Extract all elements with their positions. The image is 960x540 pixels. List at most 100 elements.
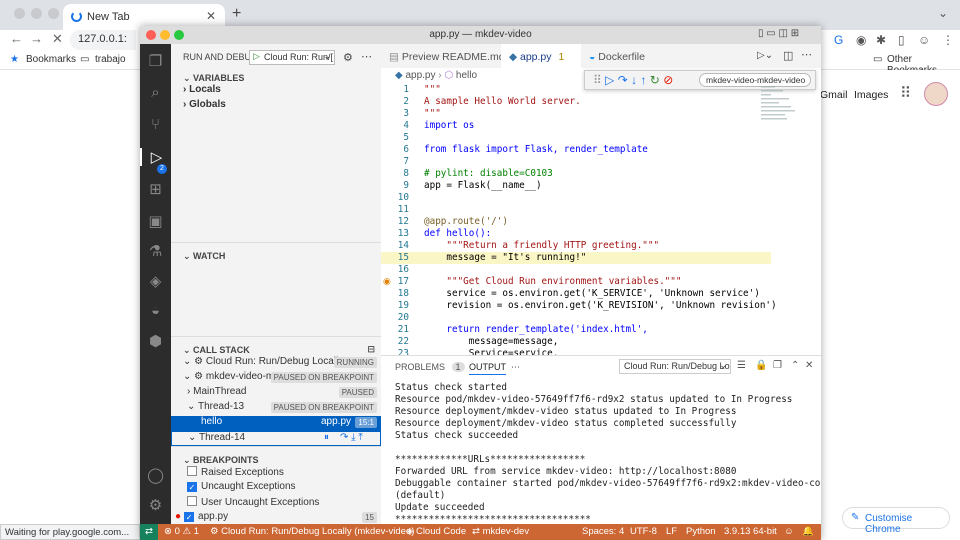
- search-icon[interactable]: ⌕: [140, 84, 171, 101]
- address-bar[interactable]: 127.0.0.1:: [70, 30, 136, 50]
- feedback-icon[interactable]: ☺: [784, 526, 794, 537]
- puzzle-extensions-icon[interactable]: ✱: [876, 33, 886, 47]
- run-debug-icon[interactable]: ▷: [140, 148, 171, 166]
- new-tab-icon[interactable]: +: [232, 5, 241, 23]
- code-line[interactable]: 12 @app.route('/'): [381, 216, 771, 228]
- variables-scope-globals[interactable]: › Globals: [171, 99, 381, 114]
- code-line[interactable]: 22 message=message,: [381, 336, 771, 348]
- line-number[interactable]: 11: [381, 204, 409, 216]
- callstack-thread[interactable]: ⌄ Thread-13 PAUSED ON BREAKPOINT: [171, 401, 381, 416]
- code-line[interactable]: 2 A sample Hello World server.: [381, 96, 771, 108]
- zoom-window-icon[interactable]: [174, 30, 184, 40]
- line-number[interactable]: 19: [381, 300, 409, 312]
- line-number[interactable]: 12: [381, 216, 409, 228]
- code-line[interactable]: 9 app = Flask(__name__): [381, 180, 771, 192]
- apps-grid-icon[interactable]: ⠿: [900, 84, 911, 102]
- debug-config-select[interactable]: ▷ Cloud Run: Run/[ ⌄: [249, 50, 335, 65]
- line-number[interactable]: 4: [381, 120, 409, 132]
- code-line[interactable]: 7: [381, 156, 771, 168]
- line-number[interactable]: 13: [381, 228, 409, 240]
- code-line[interactable]: 18 service = os.environ.get('K_SERVICE',…: [381, 288, 771, 300]
- breadcrumb-symbol[interactable]: hello: [456, 70, 477, 81]
- code-line[interactable]: 5: [381, 132, 771, 144]
- line-number[interactable]: 14: [381, 240, 409, 252]
- tab-preview-readme[interactable]: ▤ Preview README.md: [381, 44, 505, 68]
- more-actions-icon[interactable]: ⋯: [361, 50, 372, 63]
- breakpoint-user-uncaught-exceptions[interactable]: User Uncaught Exceptions: [171, 496, 381, 511]
- line-number[interactable]: 22: [381, 336, 409, 348]
- code-line[interactable]: 23 Service=service,: [381, 348, 771, 355]
- gcp-icon[interactable]: ⬢: [140, 332, 171, 350]
- close-window-icon[interactable]: [14, 8, 25, 19]
- more-actions-icon[interactable]: ⋯: [511, 362, 520, 373]
- images-link[interactable]: Images: [854, 89, 888, 101]
- copy-icon[interactable]: ❐: [773, 360, 782, 371]
- tab-dockerfile[interactable]: ◒ Dockerfile: [581, 44, 666, 68]
- code-line[interactable]: 14 """Return a friendly HTTP greeting.""…: [381, 240, 771, 252]
- back-icon[interactable]: ←: [10, 31, 23, 46]
- code-line[interactable]: 17 """Get Cloud Run environment variable…: [381, 276, 771, 288]
- line-number[interactable]: 2: [381, 96, 409, 108]
- menu-kebab-icon[interactable]: ⋮: [942, 33, 954, 47]
- sidepanel-icon[interactable]: ▯: [898, 33, 905, 47]
- testing-icon[interactable]: ⚗: [140, 242, 171, 260]
- pause-thread-icon[interactable]: ⏸: [324, 432, 329, 443]
- code-line[interactable]: 13 def hello():: [381, 228, 771, 240]
- encoding-status[interactable]: UTF-8: [630, 526, 657, 537]
- code-line[interactable]: 15 message = "It's running!": [381, 252, 771, 264]
- callstack-thread[interactable]: › MainThread PAUSED: [171, 386, 381, 401]
- breakpoint-uncaught-exceptions[interactable]: ✓ Uncaught Exceptions: [171, 481, 381, 496]
- line-number[interactable]: 15: [381, 252, 409, 264]
- forward-icon[interactable]: →: [30, 31, 43, 46]
- checkbox[interactable]: [187, 466, 197, 476]
- callstack-process[interactable]: ⌄ ⚙ mkdev-video-m... PAUSED ON BREAKPOINT: [171, 371, 381, 386]
- checkbox-checked[interactable]: ✓: [184, 512, 195, 522]
- line-number[interactable]: 1: [381, 84, 409, 96]
- output-channel-select[interactable]: Cloud Run: Run/Debug Loc ⌄: [619, 359, 731, 374]
- source-control-icon[interactable]: ⑂: [140, 116, 171, 133]
- customise-chrome-button[interactable]: ✎ Customise Chrome: [842, 507, 950, 535]
- account-icon[interactable]: ◯: [140, 466, 171, 484]
- code-line[interactable]: 16: [381, 264, 771, 276]
- line-number[interactable]: 21: [381, 324, 409, 336]
- stop-loading-icon[interactable]: ✕: [52, 31, 63, 47]
- grammarly-extension-icon[interactable]: G: [834, 33, 843, 47]
- gmail-link[interactable]: Gmail: [820, 89, 847, 101]
- tab-output[interactable]: OUTPUT: [469, 362, 506, 375]
- callstack-session[interactable]: ⌄ ⚙ Cloud Run: Run/Debug Locally RUNNING: [171, 356, 381, 371]
- line-number[interactable]: 23: [381, 348, 409, 355]
- lock-icon[interactable]: 🔒: [755, 360, 767, 371]
- checkbox[interactable]: [187, 496, 197, 506]
- docker-icon[interactable]: ◒: [140, 302, 171, 319]
- close-tab-icon[interactable]: ✕: [206, 9, 216, 23]
- line-number[interactable]: 7: [381, 156, 409, 168]
- line-number[interactable]: 5: [381, 132, 409, 144]
- tab-problems[interactable]: PROBLEMS 1: [395, 362, 465, 372]
- thread-step-controls-icon[interactable]: ↷ ⤓ ⤒: [340, 432, 363, 443]
- indentation-status[interactable]: Spaces: 4: [582, 526, 624, 537]
- language-status[interactable]: Python: [686, 526, 716, 537]
- run-file-icon[interactable]: ▷⌄: [757, 50, 773, 61]
- code-line[interactable]: 3 """: [381, 108, 771, 120]
- watch-section-header[interactable]: ⌄ WATCH: [171, 246, 381, 268]
- callstack-frame-selected[interactable]: hello app.py 15:1: [171, 416, 381, 431]
- checkbox-checked[interactable]: ✓: [187, 482, 197, 492]
- start-debug-icon[interactable]: ▷: [253, 51, 260, 62]
- remote-indicator-icon[interactable]: ⇄: [140, 524, 158, 540]
- variables-scope-locals[interactable]: › Locals: [171, 84, 381, 99]
- code-line[interactable]: 1 """: [381, 84, 771, 96]
- gear-icon[interactable]: ⚙: [343, 51, 353, 64]
- minimize-window-icon[interactable]: [31, 8, 42, 19]
- line-number[interactable]: 9: [381, 180, 409, 192]
- line-number[interactable]: 10: [381, 192, 409, 204]
- line-number[interactable]: 18: [381, 288, 409, 300]
- callstack-thread[interactable]: ⌄ Thread-14 ↷ ⤓ ⤒ ⏸: [171, 431, 381, 446]
- line-number[interactable]: 6: [381, 144, 409, 156]
- cloud-code-icon[interactable]: ◈: [140, 272, 171, 290]
- zoom-window-icon[interactable]: [48, 8, 59, 19]
- code-line[interactable]: 19 revision = os.environ.get('K_REVISION…: [381, 300, 777, 312]
- code-line[interactable]: 21 return render_template('index.html',: [381, 324, 771, 336]
- notifications-icon[interactable]: 🔔: [802, 526, 814, 537]
- explorer-icon[interactable]: ❐: [140, 52, 171, 70]
- breakpoint-file[interactable]: ● ✓ app.py 15: [171, 511, 381, 524]
